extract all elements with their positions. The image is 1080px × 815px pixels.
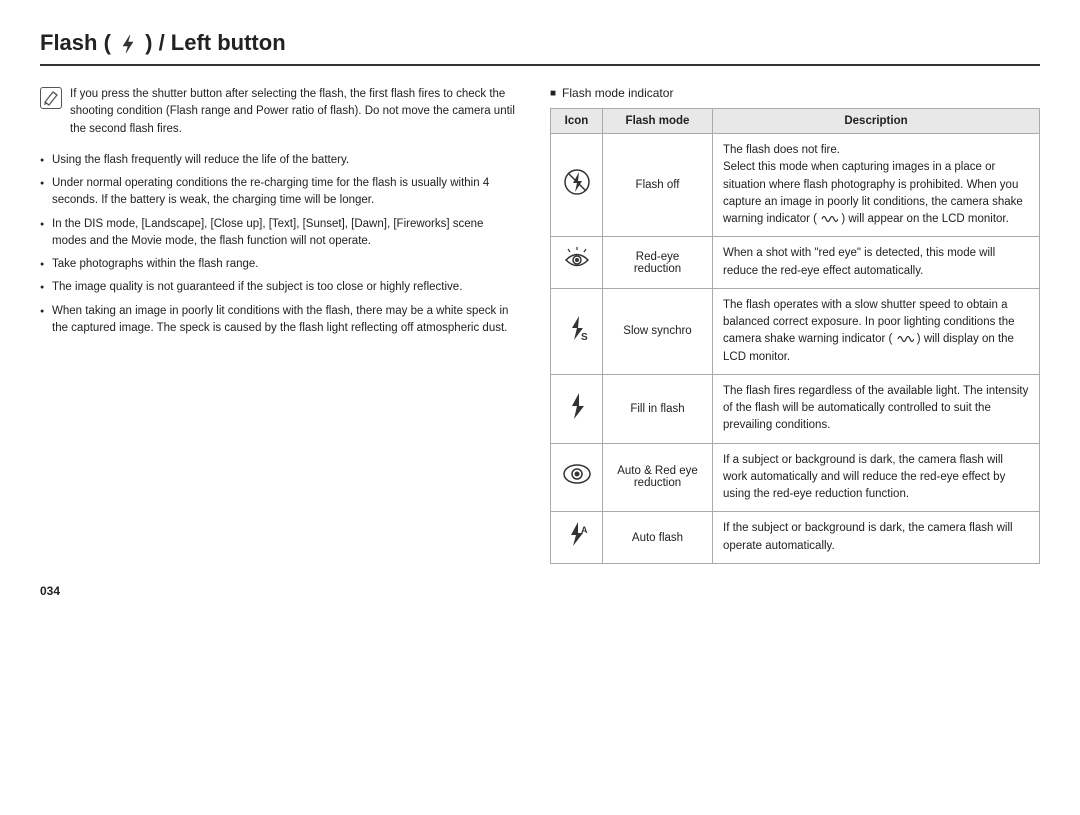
bullet-item: When taking an image in poorly lit condi… [40,303,520,338]
right-column: Flash mode indicator Icon Flash mode Des… [550,86,1040,564]
bullet-list: Using the flash frequently will reduce t… [40,152,520,337]
bullet-item: Take photographs within the flash range. [40,256,520,273]
table-row: Fill in flash The flash fires regardless… [551,374,1040,443]
bullet-item: In the DIS mode, [Landscape], [Close up]… [40,216,520,251]
mode-cell: Flash off [603,134,713,237]
flash-indicator-label: Flash mode indicator [550,86,1040,100]
desc-cell: The flash does not fire. Select this mod… [713,134,1040,237]
col-mode: Flash mode [603,109,713,134]
svg-text:A: A [581,525,588,535]
note-icon [40,87,62,109]
main-content: If you press the shutter button after se… [40,86,1040,564]
table-row: S Slow synchro The flash operates with a… [551,288,1040,374]
mode-cell: Auto & Red eye reduction [603,443,713,512]
desc-cell: If the subject or background is dark, th… [713,512,1040,564]
col-icon: Icon [551,109,603,134]
page-number: 034 [40,584,1040,598]
svg-text:S: S [581,332,588,342]
icon-cell-slow-synchro: S [551,288,603,374]
table-row: Auto & Red eye reduction If a subject or… [551,443,1040,512]
left-column: If you press the shutter button after se… [40,86,520,564]
mode-cell: Auto flash [603,512,713,564]
pencil-icon [43,90,59,106]
page-title: Flash ( ) / Left button [40,30,1040,66]
table-row: Flash off The flash does not fire. Selec… [551,134,1040,237]
bullet-item: Using the flash frequently will reduce t… [40,152,520,169]
shake-indicator-icon2 [896,332,914,346]
flash-off-icon [563,168,591,196]
icon-cell-fill-flash [551,374,603,443]
desc-cell: The flash fires regardless of the availa… [713,374,1040,443]
auto-red-eye-icon [562,461,592,487]
fill-in-flash-icon [563,392,591,420]
icon-cell-flash-off [551,134,603,237]
mode-cell: Red-eye reduction [603,237,713,289]
shake-indicator-icon [820,212,838,226]
bullet-item: Under normal operating conditions the re… [40,175,520,210]
table-row: Red-eye reduction When a shot with "red … [551,237,1040,289]
flash-mode-table: Icon Flash mode Description Flash of [550,108,1040,564]
note-text: If you press the shutter button after se… [70,86,520,138]
desc-cell: When a shot with "red eye" is detected, … [713,237,1040,289]
red-eye-reduction-icon [562,247,592,273]
icon-cell-auto-flash: A [551,512,603,564]
mode-cell: Slow synchro [603,288,713,374]
desc-cell: If a subject or background is dark, the … [713,443,1040,512]
slow-synchro-icon: S [563,314,591,342]
flash-icon [117,33,139,55]
col-description: Description [713,109,1040,134]
mode-cell: Fill in flash [603,374,713,443]
icon-cell-auto-red-eye [551,443,603,512]
note-box: If you press the shutter button after se… [40,86,520,138]
auto-flash-icon: A [562,521,592,549]
icon-cell-red-eye [551,237,603,289]
table-row: A Auto flash If the subject or backgroun… [551,512,1040,564]
desc-cell: The flash operates with a slow shutter s… [713,288,1040,374]
bullet-item: The image quality is not guaranteed if t… [40,279,520,296]
